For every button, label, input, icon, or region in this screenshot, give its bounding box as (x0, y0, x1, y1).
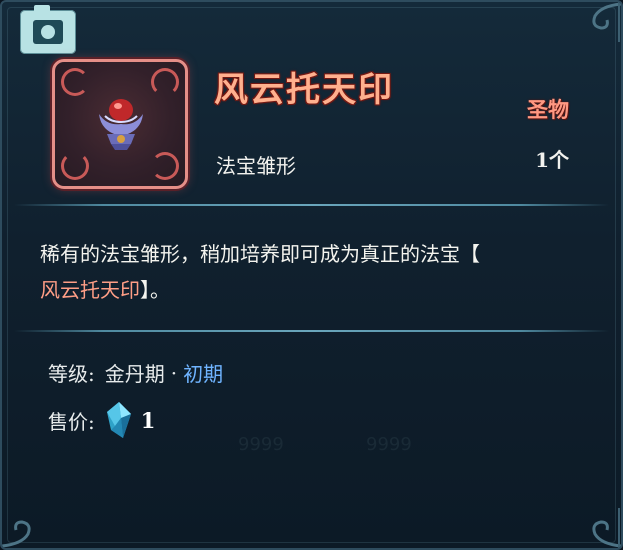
realm-stage-value: 初期 (183, 362, 224, 386)
background-ghost-number: 9999 (238, 434, 284, 455)
frame-swirl-decoration (151, 68, 179, 96)
item-count: 1个 (535, 148, 569, 172)
ornament-corner-top-right (592, 2, 621, 42)
item-rarity-label: 圣物 (527, 97, 569, 122)
description-text: 稀有的法宝雏形，稍加培养即可成为真正的法宝【 (40, 242, 480, 266)
realm-separator: · (170, 360, 178, 385)
section-divider (14, 330, 609, 332)
item-tooltip-panel: 风云托天印 圣物 法宝雏形 1个 稀有的法宝雏形，稍加培养即可成为真正的法宝【 … (0, 0, 623, 550)
realm-value: 金丹期 (104, 362, 165, 386)
item-icon-frame (52, 59, 188, 189)
price-label: 售价: (48, 409, 95, 434)
level-label: 等级: (48, 362, 95, 386)
section-divider (14, 204, 609, 206)
ornament-corner-bottom-left (2, 520, 31, 548)
frame-swirl-decoration (151, 152, 179, 180)
camera-icon-tab (34, 5, 50, 13)
description-text-end: 】。 (140, 278, 170, 302)
description-highlight-name: 风云托天印 (40, 278, 140, 302)
lotus-seal-item-icon (99, 99, 143, 150)
frame-swirl-decoration (61, 152, 89, 180)
frame-swirl-decoration (61, 68, 89, 96)
item-description: 稀有的法宝雏形，稍加培养即可成为真正的法宝【 风云托天印】。 (40, 236, 595, 308)
crystal-icon (106, 402, 131, 438)
item-name-title: 风云托天印 (214, 70, 394, 110)
ornament-corner-bottom-right (592, 508, 621, 548)
sell-price-row: 售价: 1 (48, 400, 155, 440)
screenshot-camera-button[interactable] (20, 5, 76, 54)
camera-icon (33, 20, 63, 44)
item-type-label: 法宝雏形 (216, 154, 296, 178)
level-requirement-row: 等级: 金丹期 · 初期 (48, 358, 223, 387)
price-value: 1 (140, 407, 156, 433)
background-ghost-number: 9999 (366, 434, 412, 455)
